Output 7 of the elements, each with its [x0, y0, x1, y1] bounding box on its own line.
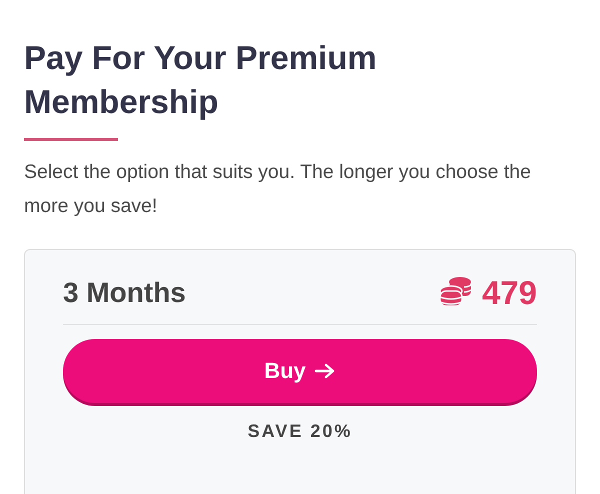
arrow-icon	[314, 363, 336, 379]
saving-label: SAVE 20%	[248, 421, 352, 442]
buy-button[interactable]: Buy	[63, 339, 537, 403]
plan-duration: 3 Months	[63, 277, 186, 309]
description: Select the option that suits you. The longer you choose the more you save!	[24, 160, 532, 219]
page-title: Pay For Your Premium Membership	[24, 38, 378, 122]
price: 479	[482, 274, 537, 312]
